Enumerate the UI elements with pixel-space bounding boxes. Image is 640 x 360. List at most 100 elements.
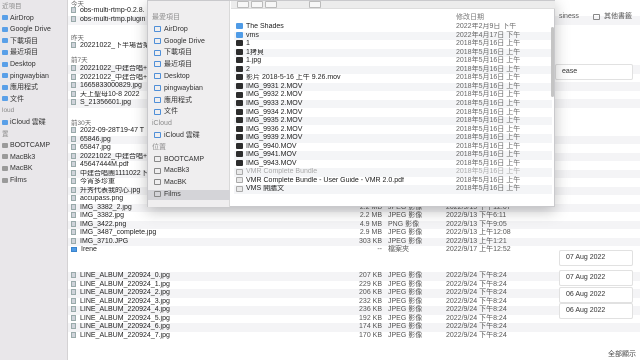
view-columns-button[interactable] bbox=[265, 1, 277, 8]
file-row[interactable]: LINE_ALBUM_220924_2.jpg 206 KB JPEG 影像 2022… bbox=[68, 289, 640, 298]
file-size: 2.2 MB bbox=[359, 212, 382, 219]
dialog-sidebar-label: 應用程式 bbox=[164, 96, 192, 104]
file-row[interactable]: LINE_ALBUM_220924_0.jpg 207 KB JPEG 影像 2022… bbox=[68, 272, 640, 281]
dialog-sidebar-item[interactable]: MacBK bbox=[148, 178, 230, 188]
bookmarks-folder-icon bbox=[593, 14, 600, 20]
dialog-file-row[interactable]: IMG_9940.MOV 2018年5月16日 上午 bbox=[234, 143, 552, 151]
date-column-header[interactable]: 修改日期 bbox=[456, 13, 484, 23]
file-kind: PNG 影像 bbox=[388, 220, 420, 228]
dialog-file-row[interactable]: IMG_9939 2.MOV 2018年5月16日 上午 bbox=[234, 134, 552, 143]
file-date: 2022/9/24 下午8:24 bbox=[446, 314, 507, 322]
sidebar-item[interactable]: BOOTCAMP bbox=[0, 141, 68, 151]
dialog-file-row[interactable]: 2 2018年5月16日 上午 bbox=[234, 65, 552, 75]
dialog-file-row[interactable]: 1 2018年5月16日 上午 bbox=[234, 40, 552, 48]
dialog-file-row[interactable]: 影片 2018-5-16 上午 9.26.mov 2018年5月16日 上午 bbox=[234, 74, 552, 82]
dialog-file-row[interactable]: IMG_9935 2.MOV 2018年5月16日 上午 bbox=[234, 117, 552, 126]
group-button[interactable] bbox=[309, 1, 321, 8]
dialog-sidebar-label: Google Drive bbox=[164, 37, 205, 45]
other-bookmarks[interactable]: 其他書籤 bbox=[604, 10, 632, 24]
sidebar-item[interactable]: MacBK bbox=[0, 164, 68, 174]
sidebar-item[interactable]: Desktop bbox=[0, 60, 68, 70]
dialog-sidebar-item[interactable]: AirDrop bbox=[148, 25, 230, 35]
file-row[interactable]: LINE_ALBUM_220924_1.jpg 229 KB JPEG 影像 2022… bbox=[68, 281, 640, 290]
file-row[interactable]: Irene -- 檔案夾 2022/9/17 上午12:52 bbox=[68, 246, 640, 255]
dialog-sidebar-item[interactable]: Films bbox=[148, 190, 230, 200]
sidebar-item[interactable]: 最近項目 bbox=[0, 48, 68, 58]
show-all-link[interactable]: 全部顯示 bbox=[590, 350, 636, 360]
dialog-sidebar-item[interactable]: Desktop bbox=[148, 72, 230, 82]
dialog-sidebar-item[interactable]: BOOTCAMP bbox=[148, 155, 230, 165]
file-row[interactable]: IMG_3487_complete.jpg 2.9 MB JPEG 影像 2022/9… bbox=[68, 229, 640, 238]
dialog-file-row[interactable]: The Shades 2022年2月9日 下午 bbox=[234, 23, 552, 31]
file-size: 170 KB bbox=[359, 331, 382, 339]
sidebar-item[interactable]: iCloud 雲碟 bbox=[0, 118, 68, 128]
dialog-sidebar-item[interactable]: pingwaybian bbox=[148, 84, 230, 94]
dialog-file-name-text: 2 bbox=[246, 65, 250, 73]
disk-icon bbox=[154, 191, 161, 198]
sidebar-section-header: loud bbox=[0, 106, 68, 116]
file-row[interactable]: LINE_ALBUM_220924_7.jpg 170 KB JPEG 影像 2022… bbox=[68, 332, 640, 341]
dialog-file-row[interactable]: IMG_9943.MOV 2018年5月16日 上午 bbox=[234, 160, 552, 168]
sidebar-item[interactable]: pingwaybian bbox=[0, 72, 68, 82]
sidebar-item[interactable]: Films bbox=[0, 176, 68, 186]
dialog-file-row[interactable]: IMG_9934 2.MOV 2018年5月16日 上午 bbox=[234, 109, 552, 117]
release-field[interactable]: ease bbox=[555, 64, 633, 80]
sidebar-item[interactable]: Google Drive bbox=[0, 25, 68, 35]
file-icon bbox=[71, 135, 76, 142]
file-row[interactable]: LINE_ALBUM_220924_4.jpg 236 KB JPEG 影像 2022… bbox=[68, 306, 640, 315]
dialog-file-row[interactable]: IMG_9941.MOV 2018年5月16日 上午 bbox=[234, 151, 552, 160]
file-row[interactable]: IMG_3382.jpg 2.2 MB JPEG 影像 2022/9/13 下午6:1… bbox=[68, 212, 640, 221]
file-icon bbox=[71, 178, 76, 185]
file-icon bbox=[71, 203, 76, 210]
dialog-sidebar-item[interactable]: 最近項目 bbox=[148, 60, 230, 70]
dialog-scrollbar[interactable] bbox=[551, 27, 554, 97]
release-text: ease bbox=[562, 68, 578, 75]
file-name-text: IMG_3382.jpg bbox=[80, 212, 124, 219]
file-kind: JPEG 影像 bbox=[388, 280, 423, 288]
sidebar-item[interactable]: 文件 bbox=[0, 95, 68, 105]
dialog-file-row[interactable]: IMG_9933 2.MOV 2018年5月16日 上午 bbox=[234, 99, 552, 109]
dialog-sidebar-item[interactable]: MacBk3 bbox=[148, 166, 230, 176]
dialog-sidebar-item[interactable]: Google Drive bbox=[148, 37, 230, 47]
file-size: 229 KB bbox=[359, 280, 382, 288]
file-row[interactable]: IMG_3422.png 4.9 MB PNG 影像 2022/9/13 下午9:05 bbox=[68, 220, 640, 229]
file-size: -- bbox=[377, 246, 382, 253]
dialog-file-row[interactable]: 1.jpg 2018年5月16日 上午 bbox=[234, 57, 552, 65]
dialog-sidebar-item[interactable]: 下載項目 bbox=[148, 48, 230, 58]
view-list-button[interactable] bbox=[251, 1, 263, 8]
dialog-sidebar-item[interactable]: 應用程式 bbox=[148, 96, 230, 106]
sidebar-item-label: AirDrop bbox=[10, 14, 34, 22]
file-icon bbox=[71, 220, 76, 227]
drive-icon bbox=[154, 37, 161, 44]
file-name: IMG_3710.JPG bbox=[71, 238, 241, 247]
view-icons-button[interactable] bbox=[237, 1, 249, 8]
file-icon bbox=[71, 237, 76, 244]
sidebar-item[interactable]: 應用程式 bbox=[0, 83, 68, 93]
dialog-file-row[interactable]: VMR Complete Bundle 2018年5月16日 上午 bbox=[234, 168, 552, 177]
sidebar-item[interactable]: MacBk3 bbox=[0, 153, 68, 163]
dialog-sidebar-item[interactable]: iCloud 雲碟 bbox=[148, 131, 230, 141]
dialog-file-list: The Shades 2022年2月9日 下午 vms 2022年4月17日 下午 1 2… bbox=[234, 23, 554, 208]
dialog-file-name-text: IMG_9931 2.MOV bbox=[246, 82, 303, 90]
dialog-file-row[interactable]: IMG_9936 2.MOV 2018年5月16日 上午 bbox=[234, 126, 552, 134]
sidebar-item[interactable]: AirDrop bbox=[0, 14, 68, 24]
dialog-file-row[interactable]: 1拷貝 2018年5月16日 上午 bbox=[234, 48, 552, 58]
dialog-file-name-text: IMG_9943.MOV bbox=[246, 159, 297, 167]
dialog-sidebar-label: MacBK bbox=[164, 179, 187, 187]
file-row[interactable]: LINE_ALBUM_220924_3.jpg 232 KB JPEG 影像 2022… bbox=[68, 298, 640, 307]
dialog-sidebar-item[interactable]: 文件 bbox=[148, 107, 230, 117]
file-name: LINE_ALBUM_220924_3.jpg bbox=[71, 298, 241, 307]
dialog-file-row[interactable]: IMG_9932 2.MOV 2018年5月16日 上午 bbox=[234, 91, 552, 99]
dialog-file-name-text: VMS 開膳文 bbox=[246, 185, 285, 193]
sidebar-item[interactable]: 下載項目 bbox=[0, 37, 68, 47]
file-row[interactable]: LINE_ALBUM_220924_6.jpg 174 KB JPEG 影像 2022… bbox=[68, 323, 640, 332]
file-icon bbox=[71, 212, 76, 219]
dialog-file-row[interactable]: VMS 開膳文 2018年5月16日 上午 bbox=[234, 185, 552, 194]
file-row[interactable]: IMG_3710.JPG 303 KB JPEG 影像 2022/9/13 上午1:2… bbox=[68, 237, 640, 247]
file-name: LINE_ALBUM_220924_0.jpg bbox=[71, 272, 241, 281]
dialog-file-row[interactable]: IMG_9931 2.MOV 2018年5月16日 上午 bbox=[234, 82, 552, 92]
file-icon bbox=[71, 323, 76, 330]
file-icon bbox=[71, 99, 76, 106]
file-row[interactable]: LINE_ALBUM_220924_5.jpg 192 KB JPEG 影像 2022… bbox=[68, 315, 640, 324]
dialog-file-row[interactable]: vms 2022年4月17日 下午 bbox=[234, 31, 552, 40]
